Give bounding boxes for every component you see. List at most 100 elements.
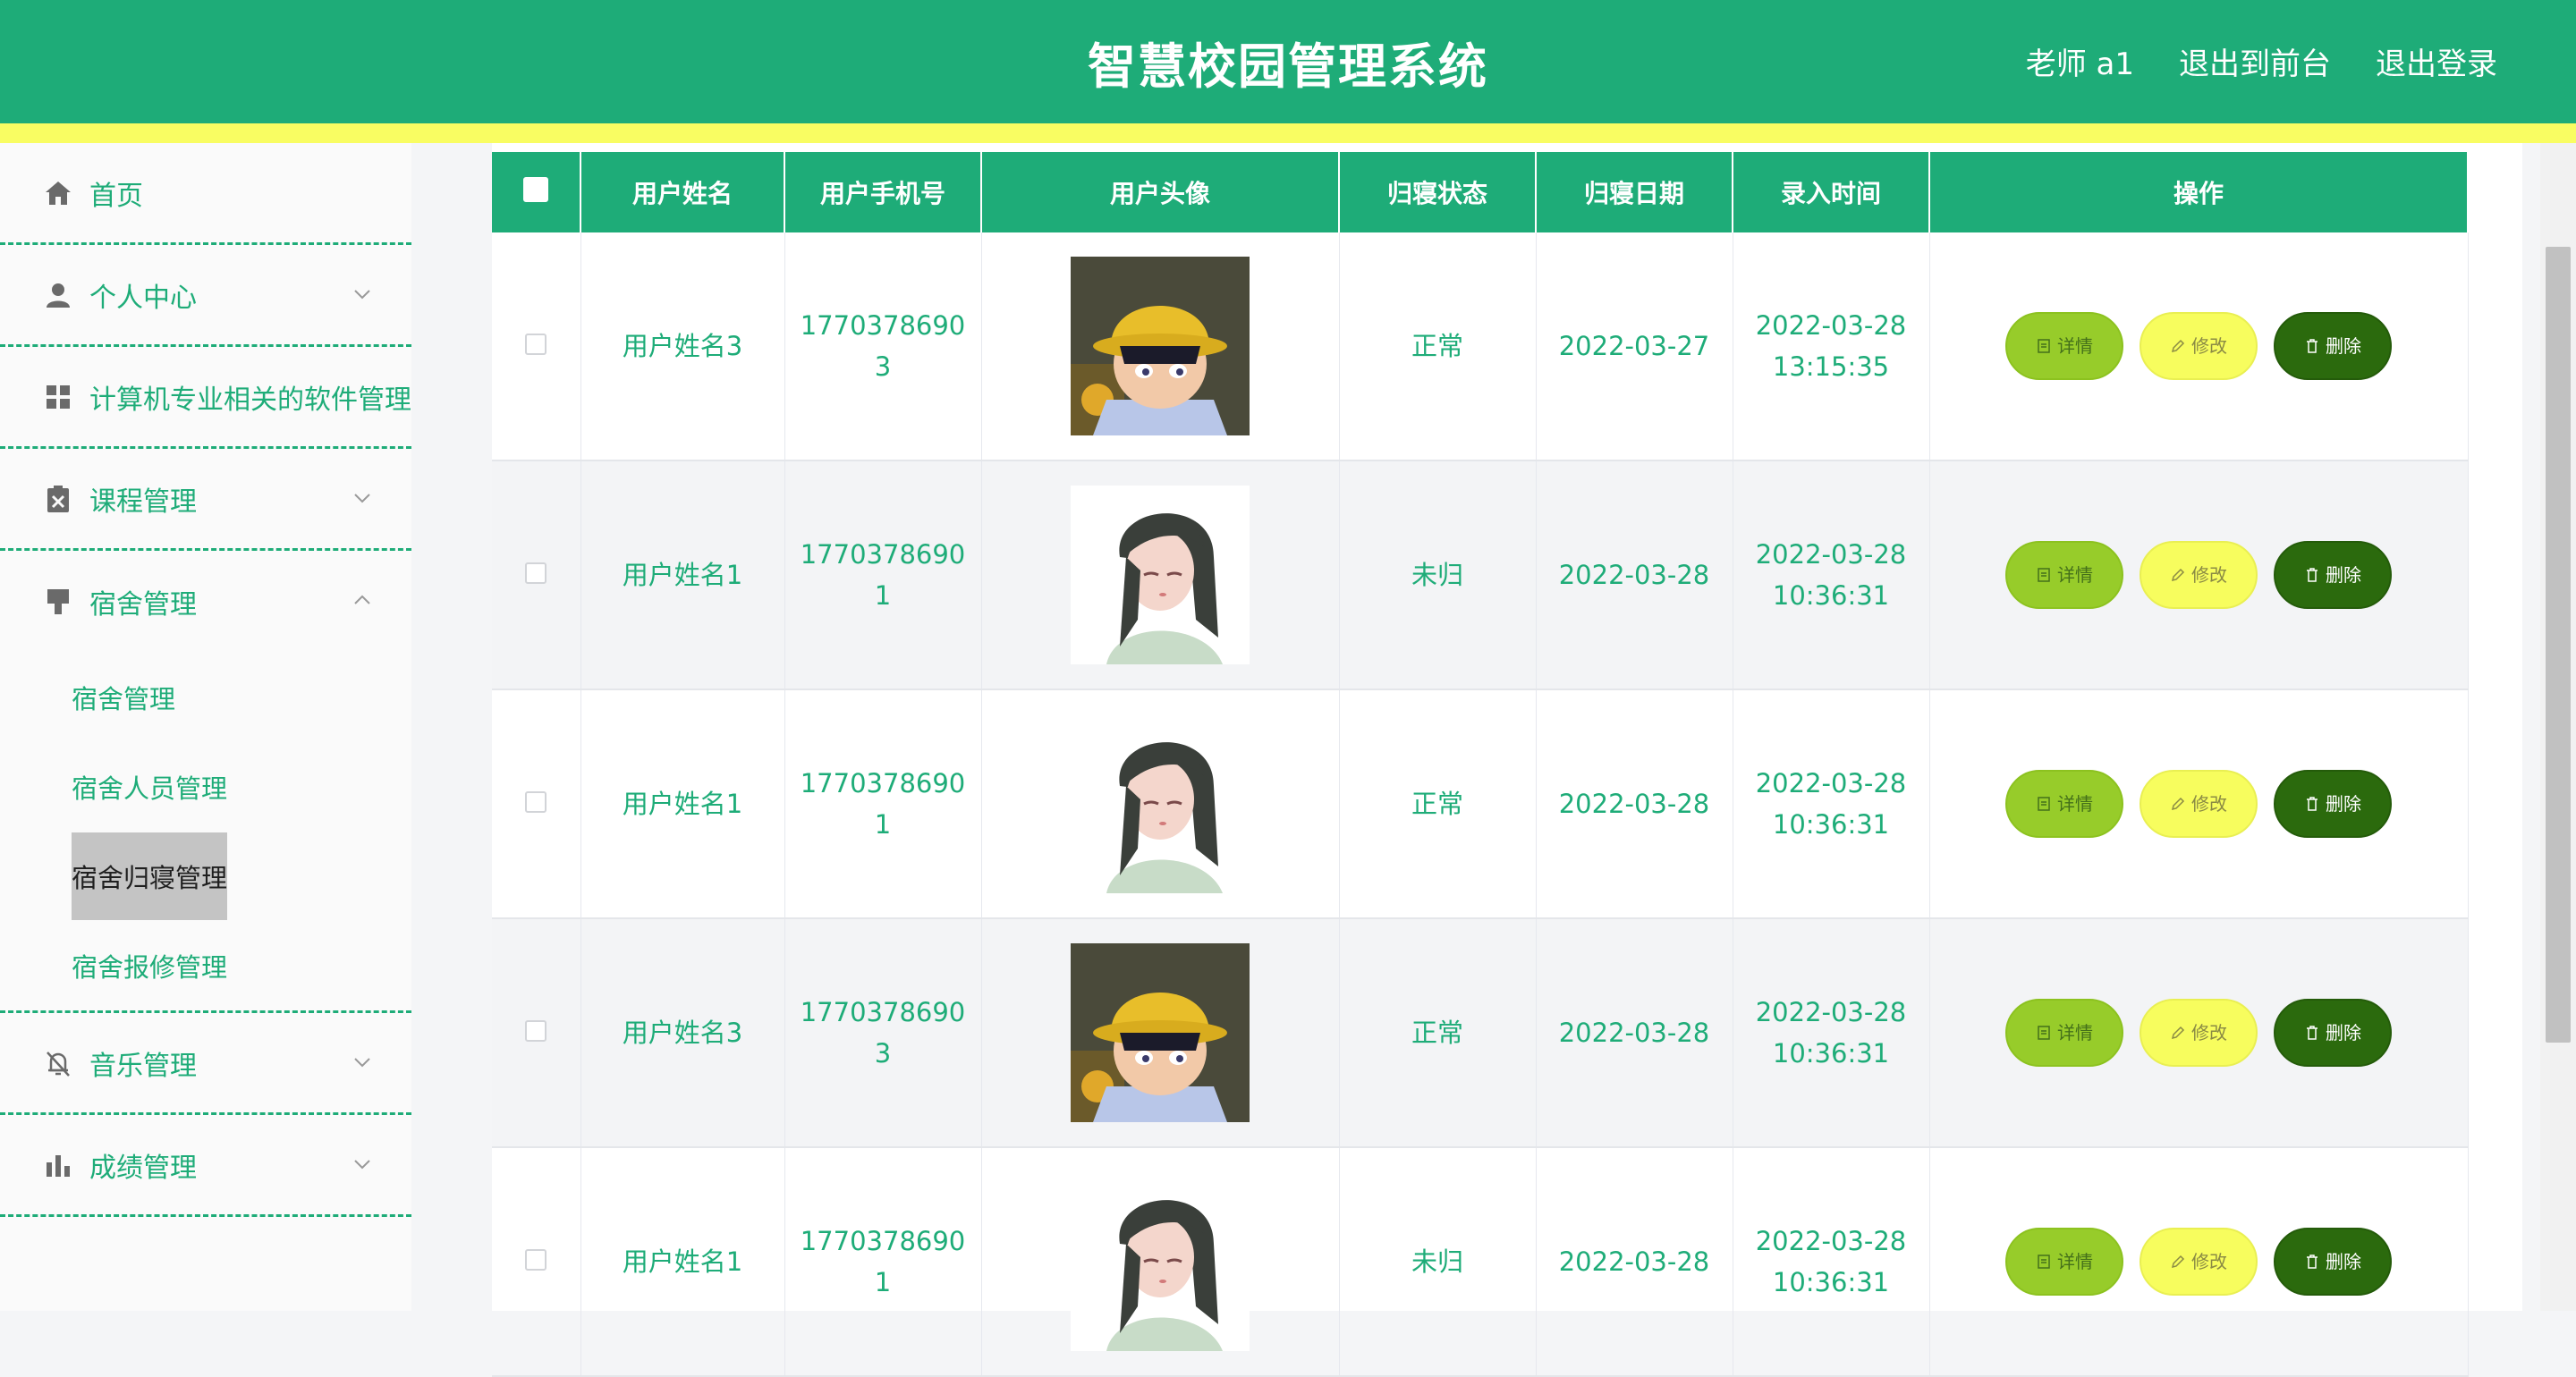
- delete-button-label: 删除: [2326, 335, 2361, 357]
- user-name-cell: 用户姓名1: [580, 460, 785, 690]
- dorm-return-table: 用户姓名 用户手机号 用户头像 归寝状态 归寝日期 录入时间 操作 用户姓名3 …: [492, 152, 2469, 1377]
- submenu-item-dorm-manage[interactable]: 宿舍管理: [0, 653, 411, 742]
- user-phone-cell: 1770378690 1: [784, 1147, 982, 1377]
- delete-button[interactable]: 删除: [2274, 999, 2392, 1067]
- row-select-cell: [492, 918, 581, 1148]
- edit-button[interactable]: 修改: [2140, 541, 2258, 609]
- user-phone-line2: 1: [874, 809, 892, 840]
- submenu-item-dorm-members[interactable]: 宿舍人员管理: [0, 742, 411, 832]
- sidebar-item-label: 课程管理: [89, 486, 197, 518]
- sidebar-item-grades[interactable]: 成绩管理: [0, 1115, 411, 1217]
- edit-button[interactable]: 修改: [2140, 770, 2258, 838]
- row-checkbox[interactable]: [525, 562, 547, 584]
- column-header[interactable]: 用户姓名: [580, 152, 785, 232]
- sidebar-item-course[interactable]: 课程管理: [0, 449, 411, 551]
- bell-off-icon: [43, 1048, 73, 1078]
- table-row[interactable]: 用户姓名3 1770378690 3 正常 2022-03-27 2022-03-…: [492, 232, 2469, 461]
- sidebar-item-software[interactable]: 计算机专业相关的软件管理: [0, 347, 411, 449]
- sidebar-item-dorm[interactable]: 宿舍管理: [0, 551, 411, 653]
- detail-button[interactable]: 详情: [2005, 541, 2123, 609]
- edit-button[interactable]: 修改: [2140, 312, 2258, 380]
- avatar-girl: [1071, 714, 1250, 893]
- row-checkbox[interactable]: [525, 1249, 547, 1271]
- bar-chart-icon: [43, 1150, 73, 1180]
- sidebar-item-home[interactable]: 首页: [0, 143, 411, 245]
- sidebar-item-label: 成绩管理: [89, 1152, 197, 1184]
- scrollbar-thumb[interactable]: [2546, 247, 2571, 1043]
- delete-button[interactable]: 删除: [2274, 312, 2392, 380]
- user-avatar-cell: [981, 918, 1340, 1148]
- row-select-cell: [492, 689, 581, 919]
- edit-button-label: 修改: [2191, 335, 2227, 357]
- row-checkbox[interactable]: [525, 334, 547, 355]
- table-row[interactable]: 用户姓名3 1770378690 3 正常 2022-03-28 2022-03-…: [492, 918, 2469, 1148]
- trash-icon: [2307, 797, 2318, 811]
- user-avatar-cell: [981, 689, 1340, 919]
- return-status: 未归: [1411, 560, 1463, 590]
- detail-button[interactable]: 详情: [2005, 999, 2123, 1067]
- user-phone-cell: 1770378690 3: [784, 232, 982, 461]
- dorm-icon: [43, 587, 73, 617]
- entry-clock: 10:36:31: [1772, 809, 1890, 840]
- sidebar-item-label: 首页: [89, 180, 143, 212]
- return-status-cell: 正常: [1339, 918, 1537, 1148]
- row-checkbox[interactable]: [525, 791, 547, 813]
- user-phone-line1: 1770378690: [800, 539, 966, 570]
- submenu-item-label: 宿舍归寝管理: [72, 832, 228, 920]
- delete-button[interactable]: 删除: [2274, 770, 2392, 838]
- user-phone-line1: 1770378690: [800, 310, 966, 341]
- delete-button-label: 删除: [2326, 793, 2361, 815]
- delete-button[interactable]: 删除: [2274, 541, 2392, 609]
- entry-clock: 13:15:35: [1772, 351, 1890, 382]
- actions-cell: 详情 修改 删除: [1929, 232, 2469, 461]
- pencil-icon: [2171, 1255, 2185, 1269]
- edit-button[interactable]: 修改: [2140, 999, 2258, 1067]
- row-select-cell: [492, 460, 581, 690]
- actions-cell: 详情 修改 删除: [1929, 460, 2469, 690]
- submenu-item-dorm-return[interactable]: 宿舍归寝管理: [0, 832, 411, 921]
- sidebar-item-music[interactable]: 音乐管理: [0, 1013, 411, 1115]
- user-phone-cell: 1770378690 3: [784, 918, 982, 1148]
- avatar-boy-hat: [1071, 257, 1250, 435]
- user-phone-cell: 1770378690 1: [784, 689, 982, 919]
- home-icon: [43, 178, 73, 208]
- table-row[interactable]: 用户姓名1 1770378690 1 未归 2022-03-28 2022-03-…: [492, 460, 2469, 690]
- actions-cell: 详情 修改 删除: [1929, 1147, 2469, 1377]
- current-user-label[interactable]: 老师 a1: [2026, 39, 2134, 83]
- return-status-cell: 未归: [1339, 460, 1537, 690]
- entry-time-cell: 2022-03-28 13:15:35: [1733, 232, 1930, 461]
- document-icon: [2038, 1255, 2050, 1269]
- sidebar-item-personal-center[interactable]: 个人中心: [0, 245, 411, 347]
- return-date-cell: 2022-03-28: [1536, 689, 1733, 919]
- sidebar-item-label: 计算机专业相关的软件管理: [89, 384, 411, 416]
- submenu-item-dorm-repair[interactable]: 宿舍报修管理: [0, 921, 411, 1010]
- submenu-item-label: 宿舍报修管理: [72, 952, 228, 983]
- detail-button[interactable]: 详情: [2005, 312, 2123, 380]
- trash-icon: [2307, 568, 2318, 582]
- column-header[interactable]: 归寝状态: [1339, 152, 1537, 232]
- pencil-icon: [2171, 797, 2185, 811]
- back-to-front-link[interactable]: 退出到前台: [2179, 39, 2331, 83]
- table-row[interactable]: 用户姓名1 1770378690 1 正常 2022-03-28 2022-03-…: [492, 689, 2469, 919]
- user-phone-cell: 1770378690 1: [784, 460, 982, 690]
- user-phone-line2: 1: [874, 580, 892, 611]
- table-row[interactable]: 用户姓名1 1770378690 1 未归 2022-03-28 2022-03-…: [492, 1147, 2469, 1377]
- column-header[interactable]: 用户手机号: [784, 152, 982, 232]
- column-header[interactable]: 用户头像: [981, 152, 1340, 232]
- detail-button[interactable]: 详情: [2005, 1228, 2123, 1296]
- return-date: 2022-03-28: [1558, 1018, 1710, 1048]
- chevron-up-icon: [354, 595, 370, 604]
- column-header[interactable]: 录入时间: [1733, 152, 1930, 232]
- row-checkbox[interactable]: [525, 1020, 547, 1042]
- select-all-checkbox[interactable]: [523, 176, 548, 202]
- column-header[interactable]: 归寝日期: [1536, 152, 1733, 232]
- user-name: 用户姓名1: [622, 560, 743, 590]
- select-all-header: [492, 152, 581, 232]
- user-phone-line2: 3: [874, 351, 892, 382]
- delete-button[interactable]: 删除: [2274, 1228, 2392, 1296]
- grid-icon: [43, 382, 73, 412]
- logout-link[interactable]: 退出登录: [2376, 39, 2497, 83]
- delete-button-label: 删除: [2326, 1022, 2361, 1043]
- detail-button[interactable]: 详情: [2005, 770, 2123, 838]
- edit-button[interactable]: 修改: [2140, 1228, 2258, 1296]
